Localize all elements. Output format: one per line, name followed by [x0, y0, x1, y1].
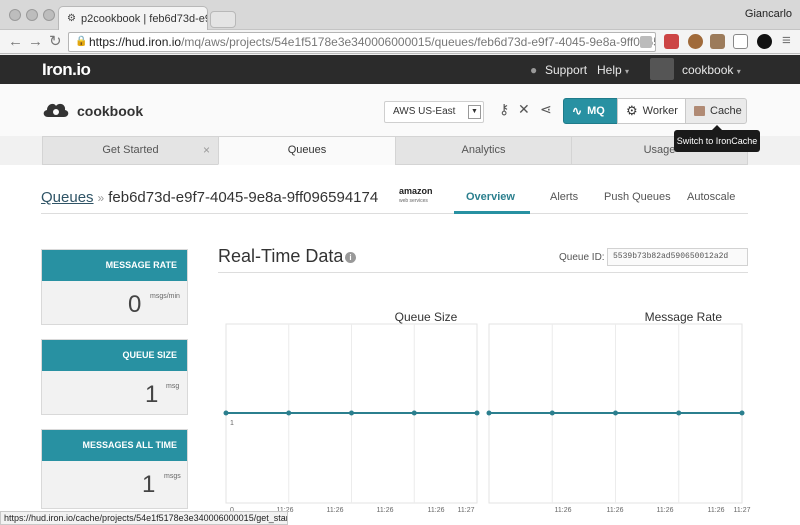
tools-icon[interactable]: ✕ — [518, 101, 530, 118]
extension-cookie-icon[interactable] — [688, 34, 703, 49]
cache-tooltip: Switch to IronCache — [674, 125, 760, 152]
avatar[interactable] — [650, 58, 674, 80]
stat-messages-all-time: MESSAGES ALL TIME 1 msgs — [41, 429, 188, 509]
region-select[interactable]: AWS US-East ▼ — [384, 101, 484, 123]
help-menu[interactable]: Help ▾ — [597, 63, 629, 77]
aws-logo-bottom: web services — [399, 198, 428, 204]
cache-service-button[interactable]: Cache — [685, 98, 747, 124]
reload-icon[interactable]: ↻ — [49, 33, 62, 50]
tab-queues[interactable]: Queues — [218, 136, 396, 165]
account-menu[interactable]: cookbook ▾ — [682, 63, 741, 77]
stat-value: 1 — [145, 381, 159, 408]
stat-label: QUEUE SIZE — [42, 340, 187, 371]
stat-queue-size: QUEUE SIZE 1 msg — [41, 339, 188, 415]
app-header: Iron.io ● Support Help ▾ cookbook ▾ — [0, 55, 800, 84]
worker-service-button[interactable]: ⚙ Worker — [617, 98, 686, 124]
browser-tab-title: p2cookbook | feb6d73d-e9f7... — [80, 13, 207, 25]
breadcrumb-queues-link[interactable]: Queues — [41, 189, 94, 206]
minimize-window-button[interactable] — [26, 9, 38, 21]
worker-label: Worker — [642, 105, 678, 117]
chevron-down-icon: ▼ — [468, 105, 481, 119]
region-value: AWS US-East — [393, 106, 456, 117]
realtime-divider — [218, 272, 748, 273]
tab-get-started[interactable]: Get Started × — [42, 136, 219, 165]
status-bar-url: https://hud.iron.io/cache/projects/54e1f… — [0, 511, 288, 525]
chat-bubble-icon: ● — [530, 63, 538, 77]
aws-logo: amazon web services — [399, 186, 449, 210]
stat-value: 0 — [128, 291, 142, 318]
info-icon[interactable]: i — [345, 252, 356, 263]
help-label: Help — [597, 63, 622, 77]
stat-unit: msgs/min — [150, 293, 180, 300]
stat-value: 1 — [142, 471, 156, 498]
browser-toolbar: ← → ↻ 🔒 https://hud.iron.io/mq/aws/proje… — [0, 30, 800, 54]
account-name: cookbook — [682, 63, 734, 77]
gear-icon: ⚙ — [626, 103, 638, 118]
stat-message-rate: MESSAGE RATE 0 msgs/min — [41, 249, 188, 325]
realtime-title: Real-Time Data — [218, 246, 344, 266]
back-arrow-icon[interactable]: ← — [8, 33, 23, 50]
box-icon — [694, 106, 705, 116]
mq-service-button[interactable]: ∿ MQ — [563, 98, 618, 124]
breadcrumb: Queues» feb6d73d-e9f7-4045-9e8a-9ff096594… — [41, 189, 378, 206]
iron-logo[interactable]: Iron.io — [42, 60, 91, 80]
pulse-icon: ∿ — [572, 104, 583, 118]
extension-puzzle-icon[interactable] — [710, 34, 725, 49]
subnav-divider — [41, 213, 748, 214]
url-host: https://hud.iron.io — [89, 35, 182, 49]
share-icon[interactable]: ⋖ — [540, 101, 552, 118]
stat-label: MESSAGE RATE — [42, 250, 187, 281]
favicon-icon: ⚙ — [67, 13, 76, 24]
browser-titlebar: ⚙ p2cookbook | feb6d73d-e9f7... × Gianca… — [0, 0, 800, 31]
stat-unit: msgs — [164, 473, 181, 480]
chevron-down-icon: ▾ — [625, 67, 630, 76]
chevron-down-icon: ▾ — [736, 67, 741, 76]
close-icon[interactable]: × — [203, 137, 210, 164]
new-tab-button[interactable] — [210, 11, 236, 28]
breadcrumb-separator: » — [97, 191, 105, 205]
bookmark-page-icon[interactable] — [640, 36, 652, 48]
cloud-gear-icon — [43, 103, 69, 117]
zoom-window-button[interactable] — [43, 9, 55, 21]
cast-icon[interactable] — [733, 34, 748, 49]
url-path: /mq/aws/projects/54e1f5178e3e34000600001… — [181, 35, 656, 49]
browser-profile-name[interactable]: Giancarlo — [745, 8, 792, 20]
project-title: cookbook — [77, 103, 144, 119]
queue-id-field[interactable]: 5539b73b82ad590650012a2d — [607, 248, 748, 266]
tab-label: Queues — [287, 144, 327, 156]
close-window-button[interactable] — [9, 9, 21, 21]
stat-unit: msg — [166, 383, 180, 390]
tab-analytics[interactable]: Analytics — [395, 136, 572, 165]
queue-name: feb6d73d-e9f7-4045-9e8a-9ff096594174 — [108, 189, 379, 206]
subnav-alerts[interactable]: Alerts — [550, 191, 578, 203]
forward-arrow-icon[interactable]: → — [28, 33, 43, 50]
browser-tab[interactable]: ⚙ p2cookbook | feb6d73d-e9f7... × — [58, 6, 208, 31]
subnav-overview[interactable]: Overview — [466, 191, 515, 203]
subnav-autoscale[interactable]: Autoscale — [687, 191, 735, 203]
aws-logo-top: amazon — [399, 186, 433, 196]
tab-label: Usage — [643, 144, 676, 156]
lock-icon: 🔒 — [75, 36, 88, 47]
queue-id-label: Queue ID: — [559, 252, 605, 263]
support-link[interactable]: Support — [545, 63, 587, 77]
extension-circle-icon[interactable] — [757, 34, 772, 49]
subnav-push-queues[interactable]: Push Queues — [604, 191, 671, 203]
cache-label: Cache — [710, 105, 742, 117]
key-icon[interactable]: ⚷ — [499, 101, 509, 118]
mq-label: MQ — [587, 105, 605, 117]
subnav-active-indicator — [454, 211, 530, 214]
menu-icon[interactable]: ≡ — [782, 32, 791, 49]
address-bar[interactable]: 🔒 https://hud.iron.io/mq/aws/projects/54… — [68, 32, 656, 52]
tab-label: Analytics — [461, 144, 506, 156]
stat-label: MESSAGES ALL TIME — [42, 430, 187, 461]
tab-label: Get Started — [102, 144, 159, 156]
extension-lastpass-icon[interactable] — [664, 34, 679, 49]
section-tabs: Get Started × Queues Analytics Usage — [42, 136, 748, 165]
